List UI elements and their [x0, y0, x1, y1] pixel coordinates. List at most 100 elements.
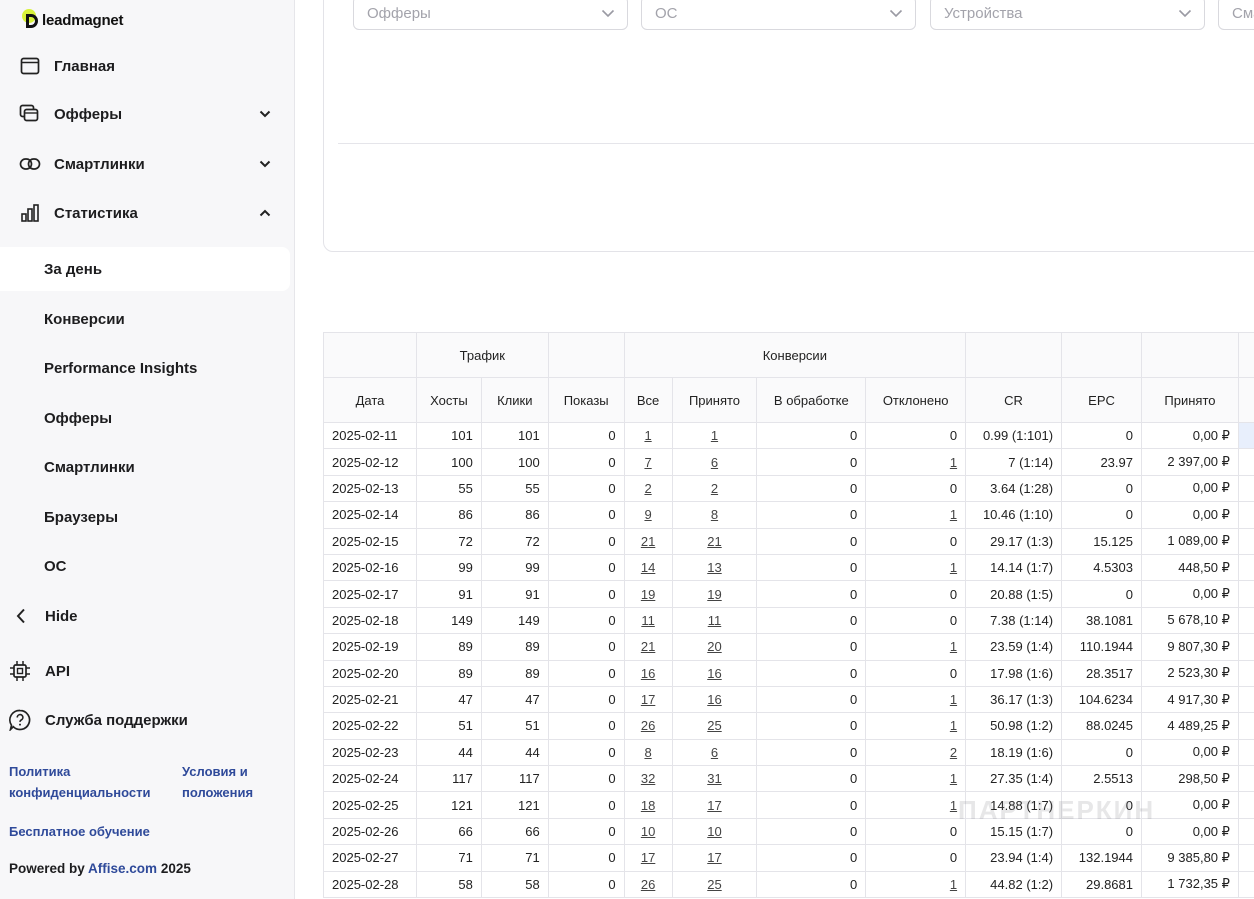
column-header[interactable]: EPC [1061, 377, 1142, 423]
table-cell: 25 [671, 712, 758, 740]
conversion-count-link[interactable]: 1 [950, 798, 957, 813]
column-header[interactable]: Показы [547, 377, 625, 423]
conversion-count-link[interactable]: 20 [707, 639, 721, 654]
sidebar-subitem-performance-insights[interactable]: Performance Insights [0, 346, 290, 390]
conversion-count-link[interactable]: 21 [641, 534, 655, 549]
sidebar-item-label: Статистика [54, 204, 138, 222]
conversion-count-link[interactable]: 8 [711, 507, 718, 522]
table-cell: 14.14 (1:7) [965, 553, 1063, 582]
column-header[interactable]: Принято [671, 377, 758, 423]
table-cell: 0 [865, 844, 967, 872]
conversion-count-link[interactable]: 26 [641, 718, 655, 733]
conversion-count-link[interactable]: 2 [950, 745, 957, 760]
conversion-count-link[interactable]: 21 [707, 534, 721, 549]
sidebar-subitem-browsers[interactable]: Браузеры [0, 495, 290, 539]
sidebar-subitem-conversions[interactable]: Конверсии [0, 297, 290, 341]
smartlinks-filter-select[interactable]: Сма [1218, 0, 1254, 30]
conversion-count-link[interactable]: 2 [644, 481, 651, 496]
conversion-count-link[interactable]: 19 [641, 587, 655, 602]
table-cell [1237, 633, 1254, 661]
table-cell: 2025-02-13 [323, 474, 417, 503]
conversion-count-link[interactable]: 10 [707, 824, 721, 839]
table-cell: 3.64 (1:28) [965, 474, 1063, 503]
privacy-policy-link[interactable]: Политика конфиденциальности [9, 761, 151, 803]
conversion-count-link[interactable]: 16 [707, 666, 721, 681]
conversion-count-link[interactable]: 14 [641, 560, 655, 575]
chevron-up-icon[interactable] [256, 204, 274, 222]
watermark: ПАРТНЕРКИН [958, 795, 1156, 825]
conversion-count-link[interactable]: 1 [950, 692, 957, 707]
terms-link[interactable]: Условия и положения [182, 761, 253, 803]
conversion-count-link[interactable]: 1 [950, 771, 957, 786]
conversion-count-link[interactable]: 17 [641, 692, 655, 707]
conversion-count-link[interactable]: 6 [711, 745, 718, 760]
conversion-count-link[interactable]: 6 [711, 455, 718, 470]
column-header[interactable]: Принято [1141, 377, 1239, 423]
conversion-count-link[interactable]: 11 [641, 613, 655, 628]
conversion-count-link[interactable]: 7 [644, 455, 651, 470]
sidebar-item-support[interactable]: Служба поддержки [0, 698, 290, 742]
conversion-count-link[interactable]: 11 [708, 613, 722, 628]
column-header[interactable]: Отклонено [865, 377, 967, 423]
sidebar-item-api[interactable]: API [0, 649, 290, 693]
sidebar-subitem-smartlinks[interactable]: Смартлинки [0, 445, 290, 489]
offers-filter-select[interactable]: Офферы [353, 0, 628, 30]
conversion-count-link[interactable]: 1 [711, 428, 718, 443]
chevron-down-icon[interactable] [256, 155, 274, 173]
table-cell: 29.17 (1:3) [965, 527, 1063, 555]
table-cell: 0,00 ₽ [1141, 421, 1239, 450]
conversion-count-link[interactable]: 16 [641, 666, 655, 681]
conversion-count-link[interactable]: 32 [641, 771, 655, 786]
conversion-count-link[interactable]: 2 [711, 481, 718, 496]
chevron-down-icon[interactable] [256, 105, 274, 123]
sidebar-subitem-os[interactable]: ОС [0, 544, 290, 588]
column-header[interactable]: Все [623, 377, 673, 423]
sidebar-item-offers[interactable]: Офферы [0, 92, 290, 136]
conversion-count-link[interactable]: 16 [707, 692, 721, 707]
conversion-count-link[interactable]: 25 [707, 718, 721, 733]
conversion-count-link[interactable]: 17 [641, 850, 655, 865]
conversion-count-link[interactable]: 1 [950, 560, 957, 575]
conversion-count-link[interactable]: 31 [707, 771, 721, 786]
stacked-cards-icon [19, 103, 41, 125]
conversion-count-link[interactable]: 1 [950, 718, 957, 733]
table-cell: 8 [623, 738, 673, 767]
conversion-count-link[interactable]: 26 [641, 877, 655, 892]
sidebar-subitem-offers[interactable]: Офферы [0, 396, 290, 440]
affise-link[interactable]: Affise.com [88, 861, 157, 876]
free-training-link[interactable]: Бесплатное обучение [9, 821, 150, 842]
conversion-count-link[interactable]: 17 [707, 850, 721, 865]
sidebar-subitem-by-day[interactable]: За день [0, 247, 290, 291]
column-header[interactable]: Дата [323, 377, 417, 423]
conversion-count-link[interactable]: 18 [641, 798, 655, 813]
column-header[interactable]: CR [965, 377, 1063, 423]
conversion-count-link[interactable]: 19 [707, 587, 721, 602]
conversion-count-link[interactable]: 1 [644, 428, 651, 443]
sidebar-item-home[interactable]: Главная [0, 44, 290, 88]
sidebar-item-statistics[interactable]: Статистика [0, 191, 290, 235]
conversion-count-link[interactable]: 9 [644, 507, 651, 522]
conversion-count-link[interactable]: 21 [641, 639, 655, 654]
conversion-count-link[interactable]: 1 [950, 639, 957, 654]
brand-logo[interactable]: leadmagnet [20, 6, 124, 34]
conversion-count-link[interactable]: 1 [950, 507, 957, 522]
column-header[interactable]: Клики [480, 377, 549, 423]
devices-filter-select[interactable]: Устройства [930, 0, 1205, 30]
table-cell: 0 [865, 527, 967, 555]
conversion-count-link[interactable]: 13 [707, 560, 721, 575]
conversion-count-link[interactable]: 1 [950, 455, 957, 470]
sidebar-item-smartlinks[interactable]: Смартлинки [0, 142, 290, 186]
conversion-count-link[interactable]: 10 [641, 824, 655, 839]
table-cell: 0 [865, 580, 967, 608]
table-cell: 2025-02-23 [323, 738, 417, 767]
conversion-count-link[interactable]: 25 [707, 877, 721, 892]
conversion-count-link[interactable]: 8 [644, 745, 651, 760]
column-header[interactable]: Хосты [415, 377, 482, 423]
conversion-count-link[interactable]: 17 [707, 798, 721, 813]
table-cell: 0 [1061, 501, 1142, 529]
column-header[interactable]: В обработке [756, 377, 867, 423]
os-filter-select[interactable]: ОС [641, 0, 916, 30]
table-cell: 2025-02-18 [323, 606, 417, 635]
conversion-count-link[interactable]: 1 [950, 877, 957, 892]
sidebar-hide-button[interactable]: Hide [0, 594, 290, 638]
